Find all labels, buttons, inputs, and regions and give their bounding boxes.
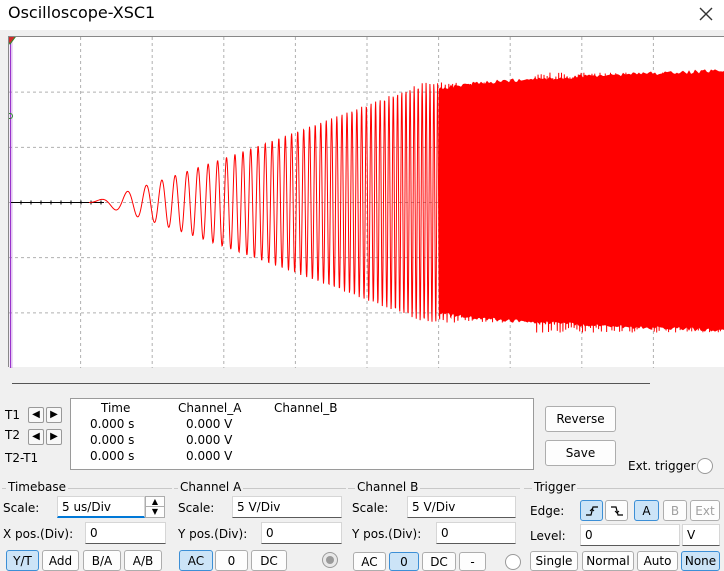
cursor-triangle-icon[interactable] — [9, 37, 16, 44]
arrow-right-icon: ▶ — [50, 431, 58, 442]
trigger-source-a-button[interactable]: A — [634, 500, 659, 521]
t2-right-button[interactable]: ▶ — [46, 429, 62, 445]
channel-b-scale-input[interactable]: 5 V/Div — [407, 496, 516, 518]
channel-b-minus-button[interactable]: - — [459, 552, 486, 571]
mode-ab-button[interactable]: A/B — [124, 550, 162, 571]
t1-label: T1 — [5, 408, 20, 422]
trigger-edge-label: Edge: — [530, 504, 564, 518]
channel-a-envelope — [439, 69, 724, 331]
channel-a-ac-button[interactable]: AC — [179, 550, 213, 571]
channel-a-ypos-label: Y pos.(Div): — [178, 527, 247, 541]
header-channel-b: Channel_B — [274, 401, 338, 415]
channel-b-terminal[interactable] — [505, 554, 521, 570]
cursor-readout-table: Time Channel_A Channel_B 0.000 s 0.000 V… — [70, 398, 534, 470]
trigger-none-button[interactable]: None — [681, 551, 720, 571]
channel-a-dc-button[interactable]: DC — [251, 550, 287, 571]
ext-trigger-terminal[interactable] — [697, 458, 713, 474]
mode-add-button[interactable]: Add — [42, 550, 79, 571]
mode-yt-button[interactable]: Y/T — [6, 550, 39, 571]
channel-a-zero-button[interactable]: 0 — [215, 550, 248, 571]
channel-a-scale-input[interactable]: 5 V/Div — [232, 496, 342, 518]
channel-b-zero-button[interactable]: 0 — [389, 552, 419, 571]
channel-b-dc-button[interactable]: DC — [422, 552, 456, 571]
spin-down-icon[interactable]: ▼ — [146, 507, 164, 517]
spin-up-icon[interactable]: ▲ — [146, 497, 164, 507]
row2-time: 0.000 s — [90, 433, 134, 447]
channel-a-scale-label: Scale: — [178, 501, 214, 515]
t2-left-button[interactable]: ◀ — [28, 429, 44, 445]
t1-right-button[interactable]: ▶ — [46, 407, 62, 423]
timebase-scale-input[interactable]: 5 us/Div — [57, 496, 145, 518]
trigger-level-unit[interactable]: V — [682, 524, 720, 546]
channel-b-ypos-input[interactable]: 0 — [436, 522, 516, 544]
trigger-auto-button[interactable]: Auto — [637, 551, 678, 571]
channel-b-ac-button[interactable]: AC — [353, 552, 386, 571]
rising-edge-icon — [585, 505, 599, 517]
mode-ba-button[interactable]: B/A — [83, 550, 121, 571]
trigger-title: Trigger — [532, 480, 577, 494]
arrow-right-icon: ▶ — [50, 409, 58, 420]
title-bar: Oscilloscope-XSC1 — [0, 0, 724, 30]
arrow-left-icon: ◀ — [32, 431, 40, 442]
row1-channel-a: 0.000 V — [186, 417, 232, 431]
timebase-xpos-label: X pos.(Div): — [3, 527, 73, 541]
trigger-single-button[interactable]: Single — [530, 551, 578, 571]
channel-a-title: Channel A — [178, 480, 243, 494]
arrow-left-icon: ◀ — [32, 409, 40, 420]
header-time: Time — [101, 401, 130, 415]
channel-b-ypos-label: Y pos.(Div): — [352, 527, 421, 541]
trigger-source-ext-button[interactable]: Ext — [690, 500, 720, 521]
display-scrollbar[interactable] — [12, 383, 650, 384]
channel-b-scale-label: Scale: — [352, 501, 388, 515]
terminal-dot-icon — [326, 556, 334, 564]
rising-edge-button[interactable] — [580, 500, 603, 521]
trigger-level-input[interactable]: 0 — [580, 524, 680, 546]
save-button[interactable]: Save — [545, 440, 616, 466]
window-title: Oscilloscope-XSC1 — [8, 3, 155, 22]
trigger-level-label: Level: — [530, 529, 566, 543]
channel-a-ypos-input[interactable]: 0 — [261, 522, 342, 544]
channel-a-terminal[interactable] — [322, 552, 338, 568]
ext-trigger-label: Ext. trigger — [628, 459, 696, 473]
scope-display[interactable] — [8, 36, 724, 367]
row3-channel-a: 0.000 V — [186, 449, 232, 463]
timebase-title: Timebase — [6, 480, 68, 494]
trigger-source-b-button[interactable]: B — [663, 500, 687, 521]
timebase-scale-label: Scale: — [3, 501, 39, 515]
reverse-button[interactable]: Reverse — [545, 406, 616, 432]
falling-edge-button[interactable] — [605, 500, 628, 521]
close-button[interactable] — [688, 0, 724, 28]
timebase-xpos-input[interactable]: 0 — [85, 522, 166, 544]
timebase-scale-spinner[interactable]: ▲ ▼ — [145, 496, 165, 518]
t2-label: T2 — [5, 428, 20, 442]
row2-channel-a: 0.000 V — [186, 433, 232, 447]
scope-plot — [9, 37, 724, 368]
row3-time: 0.000 s — [90, 449, 134, 463]
close-icon — [699, 7, 713, 21]
t1-left-button[interactable]: ◀ — [28, 407, 44, 423]
channel-b-title: Channel B — [355, 480, 420, 494]
falling-edge-icon — [610, 505, 624, 517]
t2-t1-label: T2-T1 — [5, 451, 38, 465]
row1-time: 0.000 s — [90, 417, 134, 431]
trigger-normal-button[interactable]: Normal — [582, 551, 634, 571]
header-channel-a: Channel_A — [178, 401, 241, 415]
